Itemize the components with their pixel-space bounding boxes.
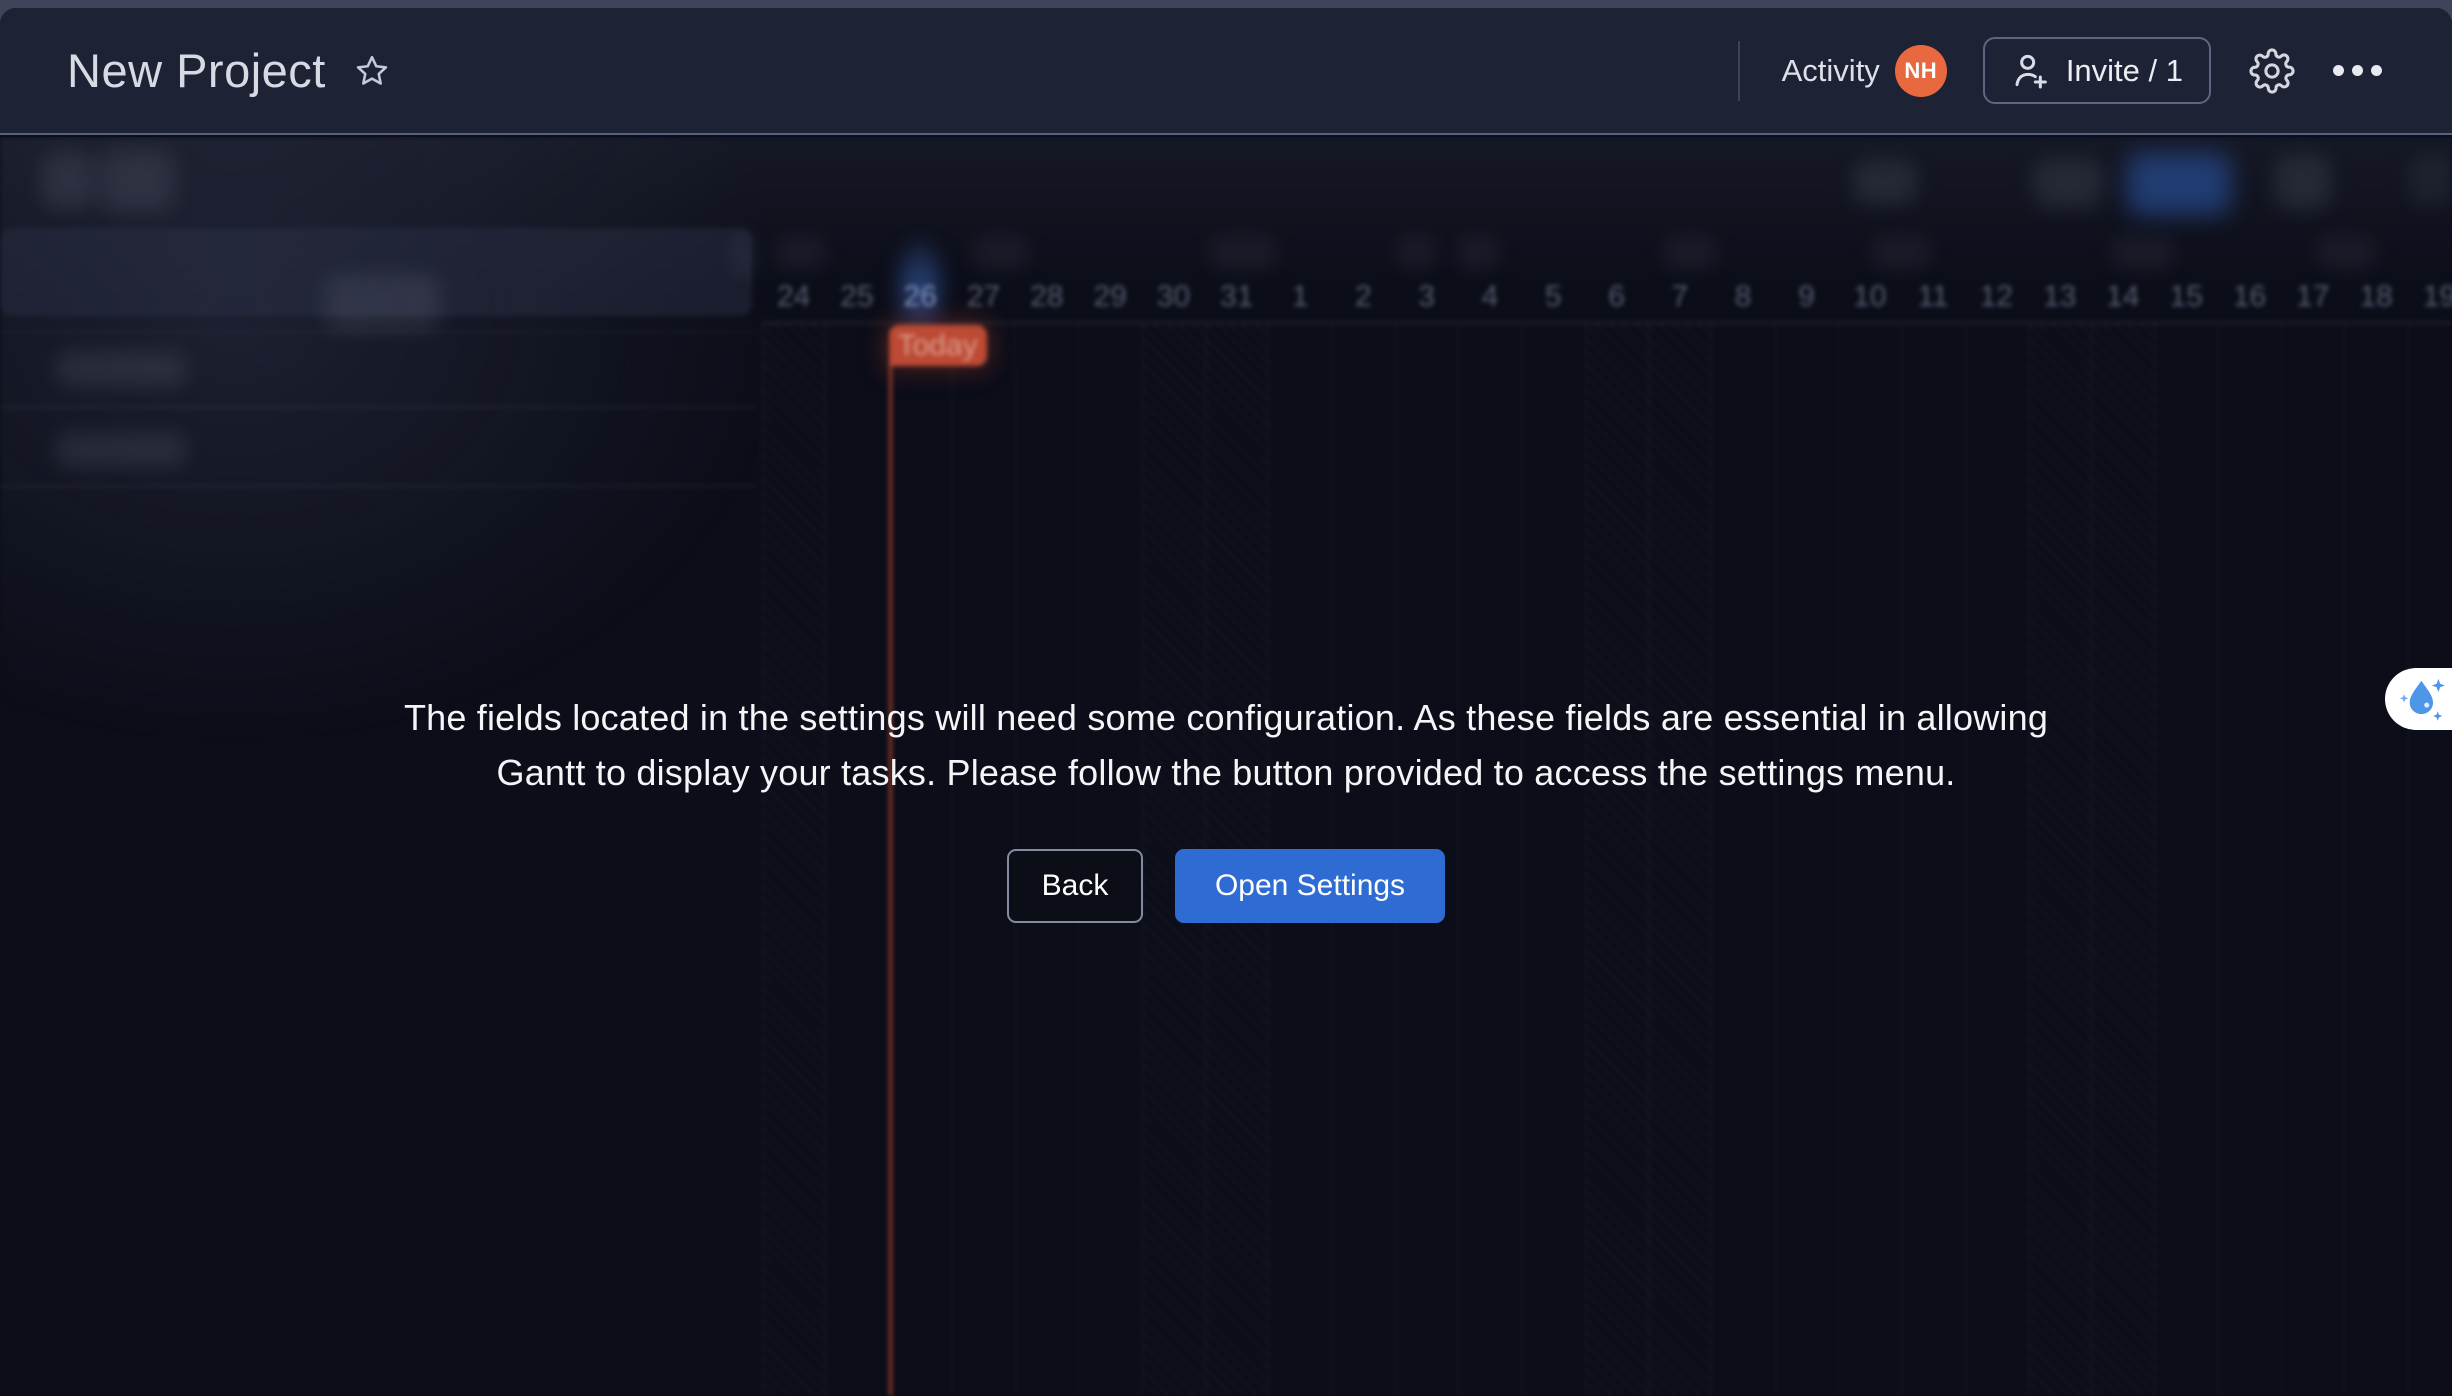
date-label-24: 24: [762, 275, 825, 322]
blurred-month-label: [2110, 235, 2176, 271]
date-label-2: 2: [1332, 275, 1395, 322]
blurred-column-header: [325, 275, 440, 330]
blurred-panel-handle: [733, 232, 755, 278]
blurred-toolbar-control: [42, 153, 94, 208]
date-label-29: 29: [1079, 275, 1142, 322]
ellipsis-icon: [2333, 65, 2382, 76]
date-label-19: 19: [2408, 275, 2452, 322]
row-divider: [0, 331, 756, 333]
date-label-8: 8: [1712, 275, 1775, 322]
gear-icon: [2249, 48, 2295, 94]
favorite-button[interactable]: [354, 53, 390, 89]
invite-button[interactable]: Invite / 1: [1983, 37, 2211, 104]
overlay-buttons: Back Open Settings: [0, 849, 2452, 923]
blurred-month-label: [1208, 235, 1278, 271]
blurred-month-label: [972, 235, 1030, 271]
row-divider: [0, 485, 756, 487]
blurred-month-label: [1662, 235, 1718, 271]
invite-button-label: Invite / 1: [2066, 53, 2183, 89]
settings-button[interactable]: [2249, 48, 2295, 94]
blurred-toolbar-control: [1853, 161, 1917, 205]
date-label-10: 10: [1838, 275, 1901, 322]
date-label-28: 28: [1015, 275, 1078, 322]
row-divider: [0, 406, 756, 408]
blurred-month-label: [1456, 235, 1500, 271]
star-icon: [354, 53, 390, 89]
date-label-26: 26: [889, 275, 952, 322]
date-label-30: 30: [1142, 275, 1205, 322]
date-label-11: 11: [1901, 275, 1964, 322]
date-label-13: 13: [2028, 275, 2091, 322]
top-bar: New Project Activity NH Invi: [0, 8, 2452, 135]
date-label-4: 4: [1458, 275, 1521, 322]
date-label-3: 3: [1395, 275, 1458, 322]
assistant-button[interactable]: [2385, 668, 2452, 730]
date-label-17: 17: [2281, 275, 2344, 322]
back-button[interactable]: Back: [1007, 849, 1143, 923]
gantt-view: 2425262728293031123456789101112131415161…: [0, 137, 2452, 1396]
date-label-12: 12: [1965, 275, 2028, 322]
date-label-31: 31: [1205, 275, 1268, 322]
blurred-toolbar-control: [100, 151, 174, 211]
divider: [1738, 41, 1740, 101]
blurred-month-label: [775, 235, 827, 271]
timeline-date-row: 2425262728293031123456789101112131415161…: [762, 275, 2452, 322]
blurred-toolbar-control: [2275, 156, 2331, 210]
blurred-month-label: [2315, 235, 2377, 271]
more-button[interactable]: [2333, 65, 2382, 76]
date-label-18: 18: [2345, 275, 2408, 322]
blurred-month-label: [1395, 235, 1437, 271]
add-person-icon: [2011, 51, 2051, 91]
activity-button[interactable]: Activity: [1782, 53, 1880, 89]
blurred-task-row-label: [55, 433, 187, 467]
blurred-task-row-label: [55, 352, 187, 386]
date-label-27: 27: [952, 275, 1015, 322]
date-label-1: 1: [1268, 275, 1331, 322]
blurred-toolbar-control: [2408, 155, 2452, 207]
date-label-6: 6: [1585, 275, 1648, 322]
date-label-25: 25: [825, 275, 888, 322]
settings-hint-message: The fields located in the settings will …: [0, 690, 2452, 800]
date-label-9: 9: [1775, 275, 1838, 322]
app-window: New Project Activity NH Invi: [0, 8, 2452, 1396]
open-settings-button[interactable]: Open Settings: [1175, 849, 1445, 923]
date-label-14: 14: [2091, 275, 2154, 322]
blurred-month-label: [1870, 235, 1932, 271]
message-line-2: Gantt to display your tasks. Please foll…: [0, 745, 2452, 800]
blurred-toolbar-control: [2033, 160, 2103, 208]
top-bar-actions: Activity NH Invite / 1: [1738, 37, 2382, 104]
blurred-primary-button: [2127, 153, 2231, 215]
date-label-5: 5: [1522, 275, 1585, 322]
page-title: New Project: [67, 43, 326, 98]
date-label-15: 15: [2155, 275, 2218, 322]
avatar[interactable]: NH: [1895, 45, 1947, 97]
water-droplet-sparkles-icon: [2395, 671, 2451, 727]
date-label-7: 7: [1648, 275, 1711, 322]
message-line-1: The fields located in the settings will …: [0, 690, 2452, 745]
date-label-16: 16: [2218, 275, 2281, 322]
